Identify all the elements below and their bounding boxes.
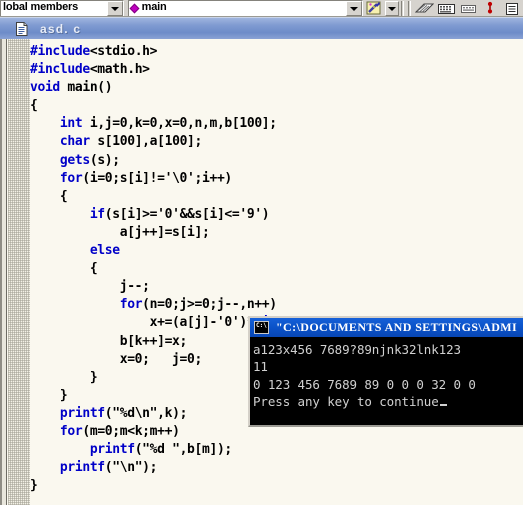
keyboard-icon [437, 3, 455, 14]
chevron-down-icon[interactable] [106, 1, 123, 16]
console-title: "C:\DOCUMENTS AND SETTINGS\ADMI [276, 320, 518, 334]
console-output: a123x456 7689?89njnk32lnk123 11 0 123 456 … [250, 337, 523, 425]
toolbar-separator [401, 1, 404, 16]
find-wand-icon [366, 1, 380, 15]
page-title: asd. c [40, 21, 82, 36]
source-code[interactable]: #include<stdio.h> #include<math.h> void … [30, 43, 367, 495]
function-combo[interactable]: main [127, 0, 363, 16]
console-line: a123x456 7689?89njnk32lnk123 [253, 342, 461, 357]
toolbar-separator [408, 1, 411, 16]
properties-button[interactable] [501, 1, 523, 16]
type-info-button[interactable] [457, 1, 479, 16]
find-dropdown-button[interactable] [385, 1, 399, 16]
list-members-button[interactable] [435, 1, 457, 16]
scope-combo-value: lobal members [3, 0, 79, 13]
editor-left-edge [0, 39, 7, 505]
console-window[interactable]: C:\ "C:\DOCUMENTS AND SETTINGS\ADMI a123… [248, 316, 523, 427]
document-titlebar[interactable]: asd. c [0, 17, 523, 39]
ide-window: lobal members main asd. c #include<stdio… [0, 0, 523, 505]
scope-combo[interactable]: lobal members [0, 0, 124, 16]
console-line: Press any key to continue [253, 393, 523, 410]
bookmarks-button[interactable] [413, 1, 435, 16]
bookmark-pin-icon [487, 1, 493, 14]
console-titlebar[interactable]: C:\ "C:\DOCUMENTS AND SETTINGS\ADMI [250, 318, 523, 337]
list-lines-icon [506, 2, 518, 15]
console-window-icon: C:\ [254, 321, 269, 334]
source-file-icon [14, 21, 30, 37]
member-diamond-icon [129, 3, 140, 14]
console-line: 11 [253, 359, 268, 375]
book-lines-icon [414, 3, 434, 13]
keyboard-small-icon [460, 4, 476, 13]
wizardbar-toolbar: lobal members main [0, 0, 523, 17]
find-tool-button[interactable] [363, 1, 385, 16]
console-cursor [439, 404, 447, 407]
editor-selection-margin[interactable] [8, 39, 30, 505]
toggle-bookmark-button[interactable] [479, 1, 501, 16]
chevron-down-icon[interactable] [346, 1, 362, 16]
console-line: 0 123 456 7689 89 0 0 0 32 0 0 [253, 376, 476, 392]
code-editor[interactable]: #include<stdio.h> #include<math.h> void … [0, 39, 523, 505]
function-combo-value: main [141, 0, 167, 13]
